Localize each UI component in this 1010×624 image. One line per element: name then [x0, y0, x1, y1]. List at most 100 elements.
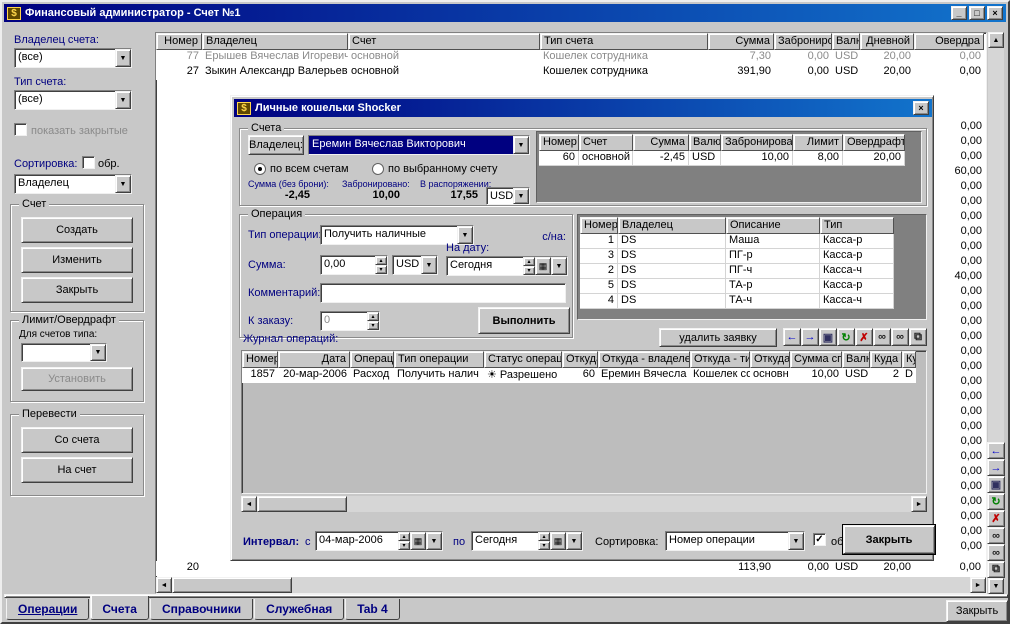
- chevron-down-icon[interactable]: ▼: [426, 532, 442, 550]
- column-header[interactable]: Счет: [579, 134, 633, 151]
- spin-up-icon[interactable]: ▴: [367, 312, 379, 321]
- dialog-title-bar[interactable]: $ Личные кошельки Shocker ×: [234, 99, 932, 117]
- transfer-from-button[interactable]: Со счета: [21, 427, 133, 453]
- column-header[interactable]: Сумма сп: [790, 351, 842, 368]
- interval-to-input[interactable]: Сегодня ▴ ▾ ▦ ▼: [471, 531, 583, 551]
- column-header[interactable]: Куда -: [870, 351, 902, 368]
- copy-icon[interactable]: ⧉: [987, 561, 1005, 578]
- chevron-down-icon[interactable]: ▼: [513, 136, 529, 154]
- chevron-down-icon[interactable]: ▼: [115, 49, 131, 67]
- tab-5[interactable]: Tab 4: [345, 599, 400, 620]
- table-row[interactable]: 1 DS Маша Касса-р: [580, 234, 894, 249]
- table-row[interactable]: 2 DS ПГ-ч Касса-ч: [580, 264, 894, 279]
- delete-icon[interactable]: ✗: [855, 328, 873, 346]
- tab-3[interactable]: Справочники: [149, 599, 254, 620]
- column-header[interactable]: Овердрафт: [843, 134, 905, 151]
- journal-sort-select[interactable]: Номер операции ▼: [665, 531, 805, 551]
- column-header[interactable]: Тип счета: [540, 33, 708, 50]
- column-header[interactable]: Номер: [242, 351, 278, 368]
- dialog-close-icon[interactable]: ×: [913, 101, 929, 115]
- column-header[interactable]: Номер: [156, 33, 202, 50]
- spin-up-icon[interactable]: ▴: [375, 256, 387, 265]
- scrollbar-thumb[interactable]: [257, 496, 347, 512]
- date-input[interactable]: Сегодня ▴ ▾ ▦ ▼: [446, 256, 568, 276]
- owner-filter-select[interactable]: (все) ▼: [14, 48, 132, 68]
- account-type-select[interactable]: ▼: [21, 343, 107, 362]
- dialog-close-button[interactable]: Закрыть: [843, 525, 935, 554]
- find-next-icon[interactable]: ∞: [987, 544, 1005, 561]
- close-account-button[interactable]: Закрыть: [21, 277, 133, 303]
- column-header[interactable]: Тип: [820, 217, 894, 234]
- transfer-to-button[interactable]: На счет: [21, 457, 133, 483]
- spin-up-icon[interactable]: ▴: [523, 257, 535, 266]
- next-icon[interactable]: →: [987, 459, 1005, 476]
- column-header[interactable]: Статус операц: [484, 351, 562, 368]
- spin-down-icon[interactable]: ▾: [523, 266, 535, 275]
- table-row[interactable]: 77 Ерышев Вячеслав Игоревич основной Кошеле…: [156, 50, 986, 65]
- refresh-icon[interactable]: ↻: [987, 493, 1005, 510]
- calendar-icon[interactable]: ▦: [535, 257, 551, 275]
- scroll-left-icon[interactable]: ◄: [156, 577, 172, 593]
- column-header[interactable]: Забронирован: [721, 134, 793, 151]
- column-header[interactable]: Счет: [348, 33, 540, 50]
- type-filter-select[interactable]: (все) ▼: [14, 90, 132, 110]
- column-header[interactable]: Номер: [580, 217, 618, 234]
- create-account-button[interactable]: Создать: [21, 217, 133, 243]
- save-icon[interactable]: ▣: [819, 328, 837, 346]
- table-row[interactable]: 5 DS ТА-р Касса-р: [580, 279, 894, 294]
- column-header[interactable]: Операци: [350, 351, 394, 368]
- table-row[interactable]: 3 DS ПГ-р Касса-р: [580, 249, 894, 264]
- column-header[interactable]: Тип операции: [394, 351, 484, 368]
- scroll-down-icon[interactable]: ▼: [988, 578, 1004, 594]
- scrollbar-thumb[interactable]: [172, 577, 292, 593]
- column-header[interactable]: Владелец: [618, 217, 726, 234]
- column-header[interactable]: Номер: [539, 134, 579, 151]
- chevron-down-icon[interactable]: ▼: [788, 532, 804, 550]
- selected-account-radio[interactable]: [372, 163, 384, 175]
- chevron-down-icon[interactable]: ▼: [115, 91, 131, 109]
- next-icon[interactable]: →: [801, 328, 819, 346]
- chevron-down-icon[interactable]: ▼: [90, 344, 106, 361]
- set-limit-button[interactable]: Установить: [21, 367, 133, 391]
- maximize-button[interactable]: □: [969, 6, 985, 20]
- find-icon[interactable]: ∞: [987, 527, 1005, 544]
- column-header[interactable]: Ку: [902, 351, 916, 368]
- minimize-button[interactable]: _: [951, 6, 967, 20]
- column-header[interactable]: Овердра: [914, 33, 984, 50]
- edit-account-button[interactable]: Изменить: [21, 247, 133, 273]
- column-header[interactable]: Лимит: [793, 134, 843, 151]
- sort-reverse-checkbox[interactable]: [82, 156, 95, 169]
- chevron-down-icon[interactable]: ▼: [513, 188, 529, 204]
- close-button[interactable]: ×: [987, 6, 1003, 20]
- scroll-right-icon[interactable]: ►: [970, 577, 986, 593]
- journal-reverse-checkbox[interactable]: ✓: [813, 533, 826, 546]
- owner-picker-button[interactable]: Владелец:: [248, 135, 304, 155]
- save-icon[interactable]: ▣: [987, 476, 1005, 493]
- column-header[interactable]: Откуда - тип: [690, 351, 750, 368]
- column-header[interactable]: Валю: [689, 134, 721, 151]
- horizontal-scrollbar[interactable]: ◄ ►: [156, 577, 986, 593]
- column-header[interactable]: Откуда: [750, 351, 790, 368]
- vertical-scrollbar[interactable]: ▲ ← → ▣ ↻ ✗ ∞ ∞ ⧉ ▼: [987, 32, 1005, 594]
- scroll-left-icon[interactable]: ◄: [241, 496, 257, 512]
- journal-horizontal-scrollbar[interactable]: ◄ ►: [241, 496, 927, 512]
- column-header[interactable]: Откуда: [562, 351, 598, 368]
- table-row[interactable]: 60 основной -2,45 USD 10,00 8,00 20,00: [539, 151, 905, 166]
- spin-down-icon[interactable]: ▾: [538, 541, 550, 550]
- table-row[interactable]: 1857 20-мар-2006 Расход Получить налич ☀ Раз…: [242, 368, 926, 383]
- chevron-down-icon[interactable]: ▼: [551, 257, 567, 275]
- scrollbar-track[interactable]: [988, 48, 1004, 442]
- all-accounts-radio[interactable]: [254, 163, 266, 175]
- column-header[interactable]: Валю: [832, 33, 860, 50]
- column-header[interactable]: Заброниро: [774, 33, 832, 50]
- prev-icon[interactable]: ←: [783, 328, 801, 346]
- column-header[interactable]: Дневной: [860, 33, 914, 50]
- tab-4[interactable]: Служебная: [254, 599, 345, 620]
- sort-select[interactable]: Владелец ▼: [14, 174, 132, 194]
- bottom-close-button[interactable]: Закрыть: [946, 600, 1008, 622]
- refresh-icon[interactable]: ↻: [837, 328, 855, 346]
- column-header[interactable]: Описание: [726, 217, 820, 234]
- operation-currency-select[interactable]: USD ▼: [392, 255, 438, 275]
- scroll-right-icon[interactable]: ►: [911, 496, 927, 512]
- wallet-owner-select[interactable]: Еремин Вячеслав Викторович ▼: [308, 135, 530, 155]
